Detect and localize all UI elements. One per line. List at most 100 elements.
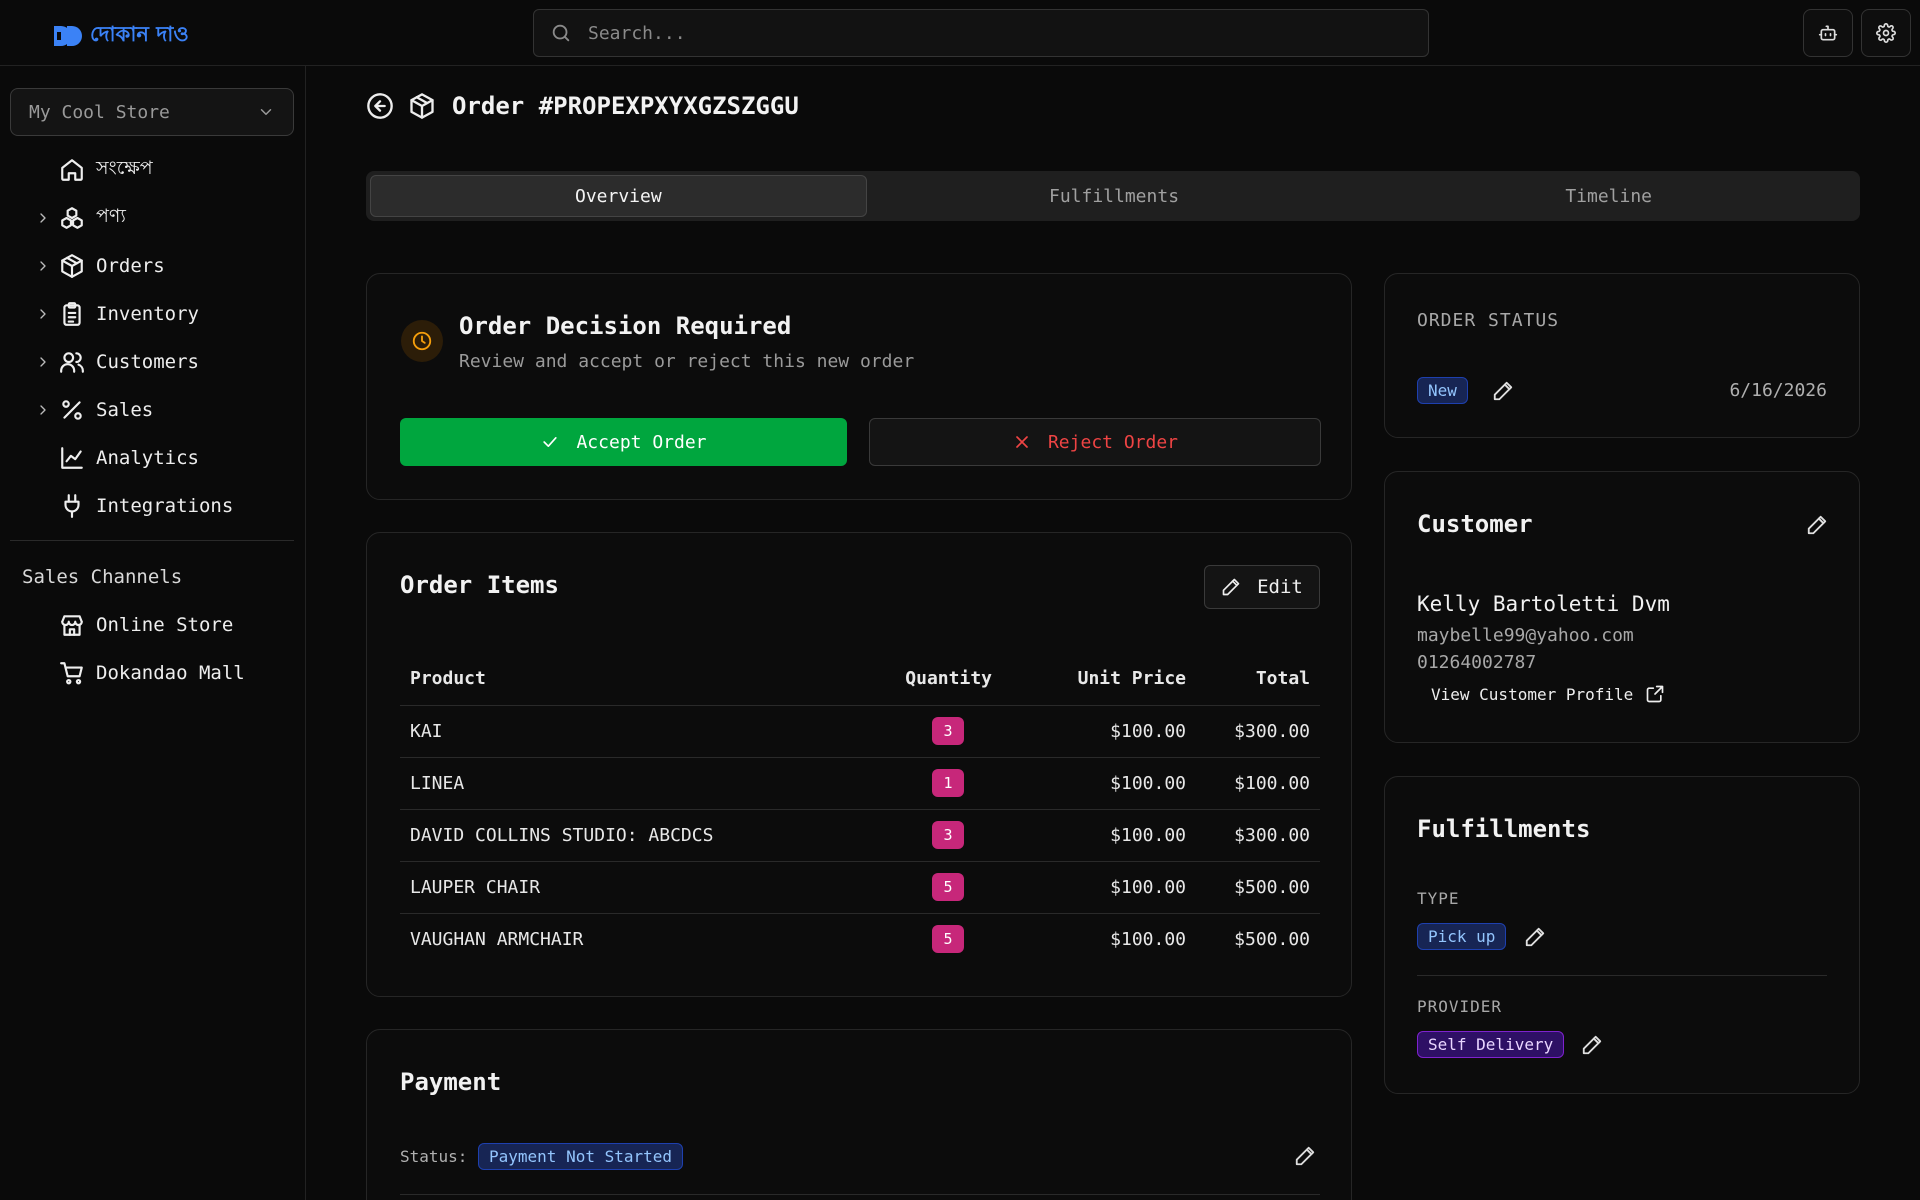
sidebar-item-label: Inventory (96, 303, 199, 325)
sidebar-item-orders[interactable]: Orders (0, 246, 300, 286)
accept-order-button[interactable]: Accept Order (400, 418, 847, 466)
pencil-icon[interactable] (1524, 926, 1546, 948)
external-link-icon (1646, 685, 1664, 703)
decision-title: Order Decision Required (459, 312, 792, 340)
page-title: Order #PROPEXPXYXGZSZGGU (452, 92, 799, 120)
edit-items-label: Edit (1257, 576, 1303, 598)
product-name: DAVID COLLINS STUDIO: ABCDCS (400, 809, 855, 862)
unit-price: $100.00 (992, 809, 1186, 862)
payment-card: Payment Status: Payment Not Started (366, 1029, 1352, 1200)
percent-icon (62, 400, 82, 420)
sidebar-item-label: Online Store (96, 614, 234, 636)
users-icon (60, 352, 84, 373)
page-header: Order #PROPEXPXYXGZSZGGU (366, 92, 799, 120)
product-name: KAI (400, 705, 855, 758)
tab-fulfillments[interactable]: Fulfillments (867, 175, 1362, 217)
tab-overview[interactable]: Overview (370, 175, 867, 217)
order-status-card: ORDER STATUS New 6/16/2026 (1384, 273, 1860, 438)
fulfillment-type-badge: Pick up (1417, 923, 1507, 950)
sidebar-item-integrations[interactable]: Integrations (0, 486, 300, 526)
sidebar-item-online-store[interactable]: Online Store (0, 605, 300, 645)
sidebar-divider (10, 540, 294, 541)
logo[interactable]: দোকান দাও (52, 18, 189, 53)
payment-divider (400, 1194, 1320, 1195)
boxes-icon (61, 207, 83, 229)
sidebar-item-inventory[interactable]: Inventory (0, 294, 300, 334)
line-total: $300.00 (1186, 705, 1320, 758)
sidebar-item-label: Dokandao Mall (96, 662, 245, 684)
fulfillments-card: Fulfillments TYPE Pick up PROVIDER Self … (1384, 776, 1860, 1094)
line-total: $500.00 (1234, 928, 1310, 950)
customer-email: maybelle99@yahoo.com (1417, 625, 1634, 646)
pencil-icon (1222, 578, 1240, 596)
table-row: LINEA 1 $100.00 $100.00 (400, 757, 1320, 810)
sidebar-item-analytics[interactable]: Analytics (0, 438, 300, 478)
search-input[interactable]: Search... (588, 23, 686, 44)
settings-button[interactable] (1861, 9, 1911, 57)
logo-icon (54, 25, 82, 46)
table-row: DAVID COLLINS STUDIO: ABCDCS 3 $100.00 $… (400, 809, 1320, 862)
chevron-down-icon (260, 109, 272, 115)
quantity-badge: 5 (932, 925, 964, 954)
customer-name: Kelly Bartoletti Dvm (1417, 592, 1670, 616)
view-customer-profile-link[interactable]: View Customer Profile (1431, 684, 1665, 704)
order-items-card: Order Items Edit Product Quantity Unit P… (366, 532, 1352, 997)
sidebar-item-overview[interactable]: সংক্ষেপ (0, 150, 300, 190)
product-name: LINEA (400, 757, 855, 810)
sidebar-item-dokandao-mall[interactable]: Dokandao Mall (0, 653, 300, 693)
store-selector-value: My Cool Store (29, 101, 170, 123)
reject-order-button[interactable]: Reject Order (869, 418, 1321, 466)
search-bar[interactable]: Search... (533, 9, 1429, 57)
order-decision-card: Order Decision Required Review and accep… (366, 273, 1352, 500)
pencil-icon[interactable] (1806, 514, 1828, 536)
line-total: $300.00 (1186, 809, 1320, 862)
assistant-button[interactable] (1803, 9, 1853, 57)
sales-channels-heading: Sales Channels (22, 566, 183, 588)
unit-price: $100.00 (992, 861, 1186, 914)
sidebar-item-label: Customers (96, 351, 199, 373)
quantity-badge: 1 (932, 769, 964, 797)
unit-price: $100.00 (992, 705, 1186, 758)
edit-items-button[interactable]: Edit (1204, 565, 1320, 609)
payment-status-badge: Payment Not Started (478, 1143, 684, 1170)
sidebar-item-label: সংক্ষেপ (96, 157, 153, 179)
status-badge: New (1417, 377, 1468, 404)
pencil-icon[interactable] (1492, 380, 1514, 402)
package-icon (410, 93, 434, 119)
pencil-icon[interactable] (1294, 1145, 1316, 1167)
order-items-table: Product Quantity Unit Price Total KAI 3 … (400, 653, 1320, 965)
quantity-badge: 3 (932, 717, 964, 745)
quantity-badge: 3 (932, 821, 964, 849)
clipboard-icon (63, 302, 81, 326)
payment-status-label: Status: (400, 1147, 468, 1166)
store-selector[interactable]: My Cool Store (10, 88, 294, 136)
back-arrow-icon[interactable] (366, 92, 394, 120)
line-total: $500.00 (1186, 861, 1320, 914)
fulfillments-heading: Fulfillments (1417, 815, 1591, 843)
table-row: LAUPER CHAIR 5 $100.00 $500.00 (400, 861, 1320, 914)
column-header-total: Total (1186, 653, 1320, 706)
column-header-product: Product (400, 653, 855, 706)
chart-line-icon (61, 447, 83, 469)
pencil-icon[interactable] (1581, 1034, 1603, 1056)
table-row: VAUGHAN ARMCHAIR 5 $100.00 $500.00 (400, 913, 1320, 965)
sidebar-item-label: পণ্য (96, 205, 126, 227)
store-icon (61, 615, 83, 636)
sidebar-item-label: Orders (96, 255, 165, 277)
accept-order-label: Accept Order (576, 431, 707, 453)
quantity-badge: 5 (932, 873, 964, 901)
chevron-right-icon (40, 261, 46, 271)
sidebar: My Cool Store সংক্ষেপ পণ্য Orders Invent… (0, 66, 306, 1200)
tab-timeline[interactable]: Timeline (1361, 175, 1856, 217)
chevron-right-icon (40, 357, 46, 367)
sidebar-item-customers[interactable]: Customers (0, 342, 300, 382)
sidebar-item-sales[interactable]: Sales (0, 390, 300, 430)
fulfillment-provider-badge: Self Delivery (1417, 1031, 1565, 1058)
gear-icon (1876, 23, 1896, 43)
sidebar-item-label: Integrations (96, 495, 234, 517)
close-icon (1016, 436, 1028, 448)
table-row: KAI 3 $100.00 $300.00 (400, 705, 1320, 758)
sidebar-item-products[interactable]: পণ্য (0, 198, 300, 238)
table-header-row: Product Quantity Unit Price Total (400, 653, 1320, 706)
column-header-quantity: Quantity (855, 653, 992, 706)
